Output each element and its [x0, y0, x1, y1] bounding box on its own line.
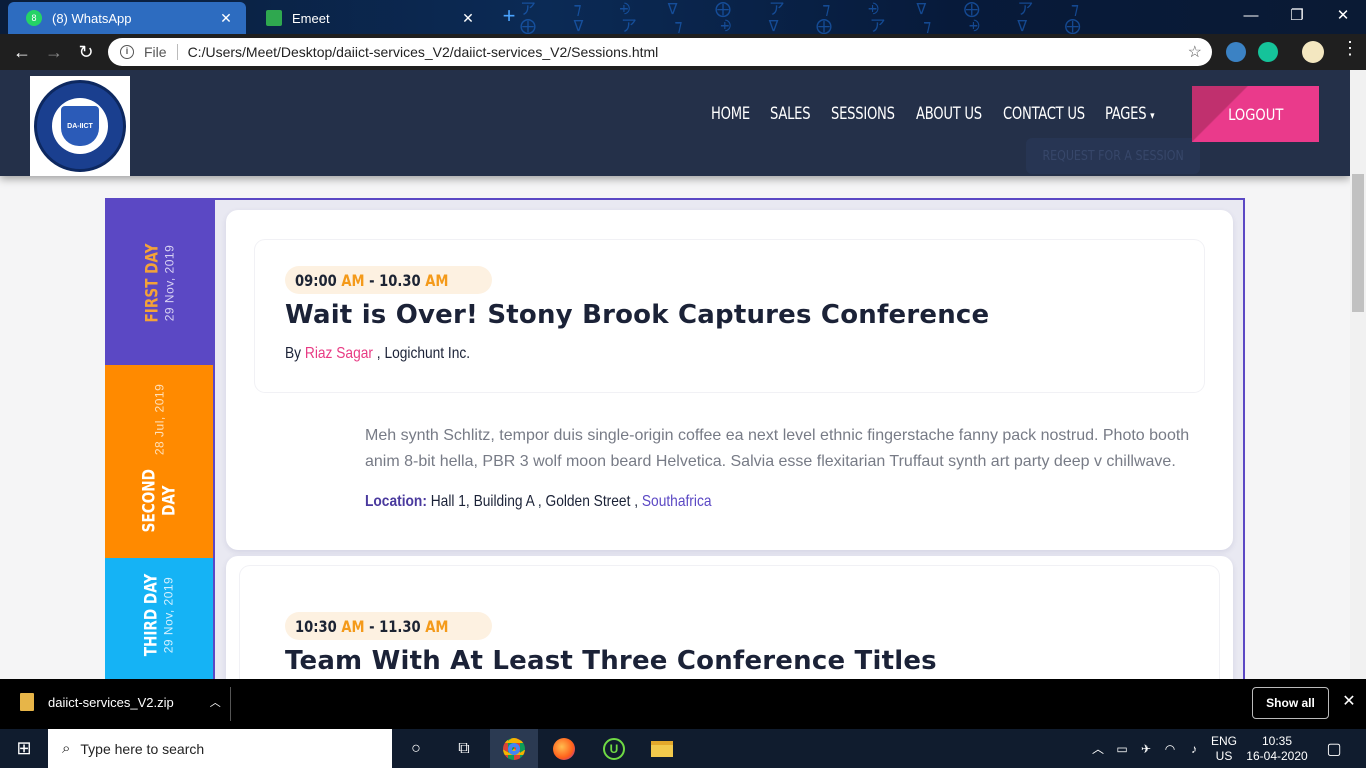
nav-pages[interactable]: PAGES ▾ — [1105, 104, 1154, 128]
logout-button[interactable]: LOGOUT — [1192, 86, 1319, 142]
windows-taskbar: ⊞ ⌕ Type here to search ○ ⧉ U ︿ ▭ ✈ ◠ ♪ … — [0, 729, 1366, 768]
search-icon: ⌕ — [62, 740, 71, 757]
day-date: 29 Nov, 2019 — [162, 244, 176, 321]
notifications-icon[interactable]: ▢ — [1318, 729, 1350, 768]
chevron-up-icon[interactable]: ︿ — [210, 694, 221, 710]
file-explorer-icon[interactable] — [638, 729, 686, 768]
scheme-label: File — [144, 44, 167, 60]
tab-whatsapp[interactable]: 8 (8) WhatsApp ✕ — [8, 2, 246, 34]
download-bar: daiict-services_V2.zip ︿ Show all ✕ — [0, 679, 1366, 729]
divider — [176, 44, 178, 60]
nav-sessions[interactable]: SESSIONS — [831, 104, 895, 128]
clock[interactable]: 10:35 16-04-2020 — [1242, 729, 1312, 768]
address-bar[interactable]: i File C:/Users/Meet/Desktop/daiict-serv… — [108, 38, 1212, 66]
time: 10:35 — [1261, 733, 1293, 748]
close-window-button[interactable]: ✕ — [1320, 0, 1366, 34]
day-tab-second[interactable]: SECOND DAY 28 Jul, 2019 — [105, 365, 213, 558]
volume-icon[interactable]: ♪ — [1184, 729, 1204, 768]
close-icon[interactable]: ✕ — [1338, 691, 1360, 713]
background-pattern: ア ⁊ ⨮ ∇ ⨁ ア ⁊ ⨮ ∇ ⨁ ア ⁊ ⨁ ∇ ア ⁊ ⨮ ∇ ⨁ ア ⁊… — [520, 0, 1095, 34]
emeet-icon — [266, 10, 282, 26]
time-chip: 10:30 AM - 11.30 AM — [285, 612, 493, 640]
session-title[interactable]: Wait is Over! Stony Brook Captures Confe… — [285, 300, 989, 330]
close-tab-icon[interactable]: ✕ — [460, 10, 476, 26]
back-icon[interactable]: ← — [8, 38, 36, 66]
day-name: SECOND DAY — [139, 468, 180, 532]
day-name: THIRD DAY — [141, 573, 162, 657]
battery-icon[interactable]: ▭ — [1112, 729, 1132, 768]
close-tab-icon[interactable]: ✕ — [218, 10, 234, 26]
cortana-icon[interactable]: ○ — [392, 729, 440, 768]
upwork-icon[interactable]: U — [590, 729, 638, 768]
firefox-icon[interactable] — [540, 729, 588, 768]
info-icon[interactable]: i — [120, 45, 134, 59]
network-off-icon[interactable]: ✈ — [1136, 729, 1156, 768]
caret-down-icon: ▾ — [1150, 109, 1155, 122]
profile-avatar[interactable] — [1302, 41, 1324, 63]
forward-icon[interactable]: → — [40, 38, 68, 66]
day-tab-third[interactable]: THIRD DAY 29 Nov, 2019 — [105, 558, 213, 679]
session-byline: By Riaz Sagar , Logichunt Inc. — [285, 345, 471, 362]
day-date: 28 Jul, 2019 — [152, 383, 167, 455]
day-date: 29 Nov, 2019 — [161, 576, 176, 654]
reload-icon[interactable]: ↻ — [72, 38, 100, 66]
page-scrollbar[interactable] — [1350, 70, 1366, 679]
time-chip: 09:00 AM - 10.30 AM — [285, 266, 493, 294]
session-title[interactable]: Team With At Least Three Conference Titl… — [285, 646, 937, 676]
tab-title: Emeet — [292, 10, 330, 26]
nav-pages-label: PAGES — [1105, 104, 1147, 124]
grammarly-extension-icon[interactable] — [1258, 42, 1278, 62]
download-filename: daiict-services_V2.zip — [48, 694, 174, 710]
session-location: Location: Hall 1, Building A , Golden St… — [365, 493, 712, 510]
globe-extension-icon[interactable] — [1226, 42, 1246, 62]
chrome-icon[interactable] — [490, 729, 538, 768]
restore-button[interactable]: ❐ — [1274, 0, 1320, 34]
nav-contact-us[interactable]: CONTACT US — [1003, 104, 1085, 128]
divider — [230, 687, 231, 721]
site-logo[interactable]: DA-IICT — [30, 76, 130, 176]
windows-start-icon[interactable]: ⊞ — [0, 729, 48, 768]
whatsapp-icon: 8 — [26, 10, 42, 26]
session-description: Meh synth Schlitz, tempor duis single-or… — [365, 427, 1190, 470]
tab-emeet[interactable]: Emeet ✕ — [248, 2, 488, 34]
page-viewport: DA-IICT HOME SALES SESSIONS ABOUT US CON… — [0, 70, 1350, 679]
nav-home[interactable]: HOME — [711, 104, 750, 128]
task-view-icon[interactable]: ⧉ — [440, 729, 488, 768]
date: 16-04-2020 — [1246, 748, 1308, 763]
bookmark-star-icon[interactable]: ☆ — [1188, 42, 1202, 62]
request-session-button[interactable]: REQUEST FOR A SESSION — [1026, 138, 1200, 174]
new-tab-button[interactable]: + — [498, 5, 520, 28]
zip-file-icon — [20, 693, 34, 711]
language-indicator[interactable]: ENG US — [1208, 729, 1240, 768]
nav-sales[interactable]: SALES — [770, 104, 811, 128]
wifi-icon[interactable]: ◠ — [1160, 729, 1180, 768]
show-all-button[interactable]: Show all — [1252, 687, 1329, 719]
country-link[interactable]: Southafrica — [642, 493, 712, 510]
taskbar-search[interactable]: ⌕ Type here to search — [48, 729, 392, 768]
speaker-link[interactable]: Riaz Sagar — [305, 345, 373, 362]
search-placeholder: Type here to search — [80, 740, 205, 757]
browser-tab-strip: ア ⁊ ⨮ ∇ ⨁ ア ⁊ ⨮ ∇ ⨁ ア ⁊ ⨁ ∇ ア ⁊ ⨮ ∇ ⨁ ア ⁊… — [0, 0, 1366, 34]
day-tab-first[interactable]: FIRST DAY 29 Nov, 2019 — [105, 200, 213, 365]
url-text[interactable]: C:/Users/Meet/Desktop/daiict-services_V2… — [188, 44, 659, 60]
minimize-button[interactable]: — — [1228, 0, 1274, 34]
download-item[interactable]: daiict-services_V2.zip ︿ — [20, 693, 221, 711]
scrollbar-thumb[interactable] — [1352, 174, 1364, 312]
day-name: FIRST DAY — [142, 243, 162, 322]
nav-about-us[interactable]: ABOUT US — [916, 104, 982, 128]
logo-shield: DA-IICT — [61, 106, 99, 146]
site-header: DA-IICT HOME SALES SESSIONS ABOUT US CON… — [0, 70, 1350, 176]
chevron-up-icon[interactable]: ︿ — [1088, 729, 1108, 768]
menu-kebab-icon[interactable]: ⋮ — [1340, 38, 1360, 66]
tab-title: (8) WhatsApp — [52, 10, 132, 26]
day-separator — [213, 200, 215, 679]
